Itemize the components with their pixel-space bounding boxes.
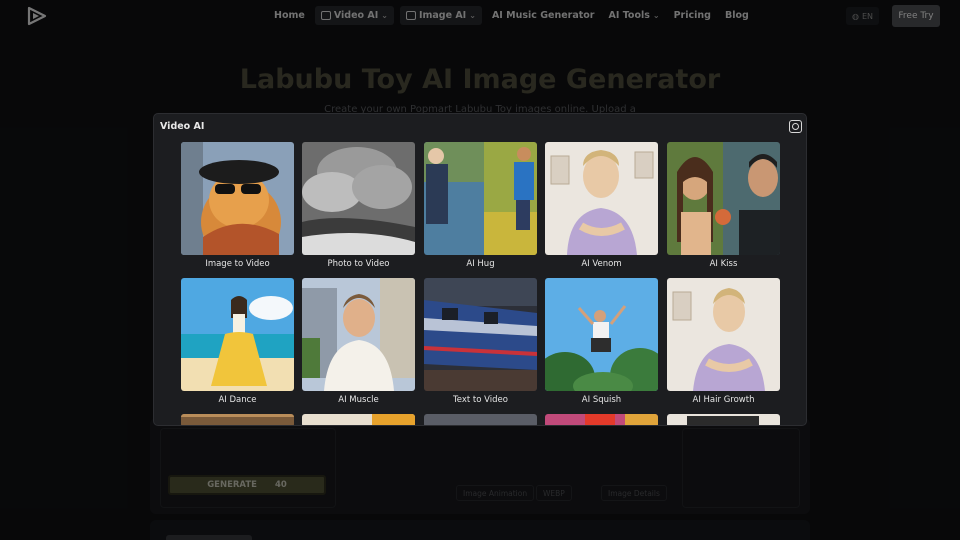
card-photo-to-video[interactable]: Photo to Video (302, 142, 415, 269)
card-label: AI Kiss (709, 259, 738, 269)
card-ai-muscle[interactable]: AI Muscle (302, 278, 415, 405)
card-label: AI Venom (581, 259, 622, 269)
modal-title: Video AI (160, 121, 205, 132)
ai-venom-thumbnail (545, 142, 658, 255)
ai-dance-thumbnail (181, 278, 294, 391)
ai-kiss-thumbnail (667, 142, 780, 255)
card-row3-3[interactable] (424, 414, 537, 425)
card-label: AI Hug (466, 259, 495, 269)
card-ai-dance[interactable]: AI Dance (181, 278, 294, 405)
card-label: Text to Video (453, 395, 508, 405)
card-label: Photo to Video (327, 259, 390, 269)
card-row3-2[interactable] (302, 414, 415, 425)
video-ai-modal: Video AI Image to Video Photo to Video A… (153, 113, 807, 426)
card-ai-hug[interactable]: AI Hug (424, 142, 537, 269)
photo-to-video-thumbnail (302, 142, 415, 255)
card-label: AI Dance (218, 395, 257, 405)
card-thumbnail (545, 414, 658, 425)
card-label: Image to Video (205, 259, 270, 269)
card-ai-venom[interactable]: AI Venom (545, 142, 658, 269)
card-label: AI Muscle (338, 395, 379, 405)
card-thumbnail (302, 414, 415, 425)
card-label: AI Hair Growth (692, 395, 755, 405)
card-ai-kiss[interactable]: AI Kiss (667, 142, 780, 269)
card-ai-hair-growth[interactable]: AI Hair Growth (667, 278, 780, 405)
ai-squish-thumbnail (545, 278, 658, 391)
ai-hair-growth-thumbnail (667, 278, 780, 391)
card-thumbnail (424, 414, 537, 425)
card-image-to-video[interactable]: Image to Video (181, 142, 294, 269)
card-label: AI Squish (581, 395, 622, 405)
card-thumbnail (667, 414, 780, 425)
page: Home Video AI ⌄ Image AI ⌄ AI Music Gene… (0, 0, 960, 540)
ai-hug-thumbnail (424, 142, 537, 255)
card-row3-5[interactable] (667, 414, 780, 425)
ai-muscle-thumbnail (302, 278, 415, 391)
image-to-video-thumbnail (181, 142, 294, 255)
card-thumbnail (181, 414, 294, 425)
close-icon[interactable] (789, 120, 802, 133)
card-row3-4[interactable] (545, 414, 658, 425)
card-row3-1[interactable] (181, 414, 294, 425)
card-text-to-video[interactable]: Text to Video (424, 278, 537, 405)
card-ai-squish[interactable]: AI Squish (545, 278, 658, 405)
text-to-video-thumbnail (424, 278, 537, 391)
